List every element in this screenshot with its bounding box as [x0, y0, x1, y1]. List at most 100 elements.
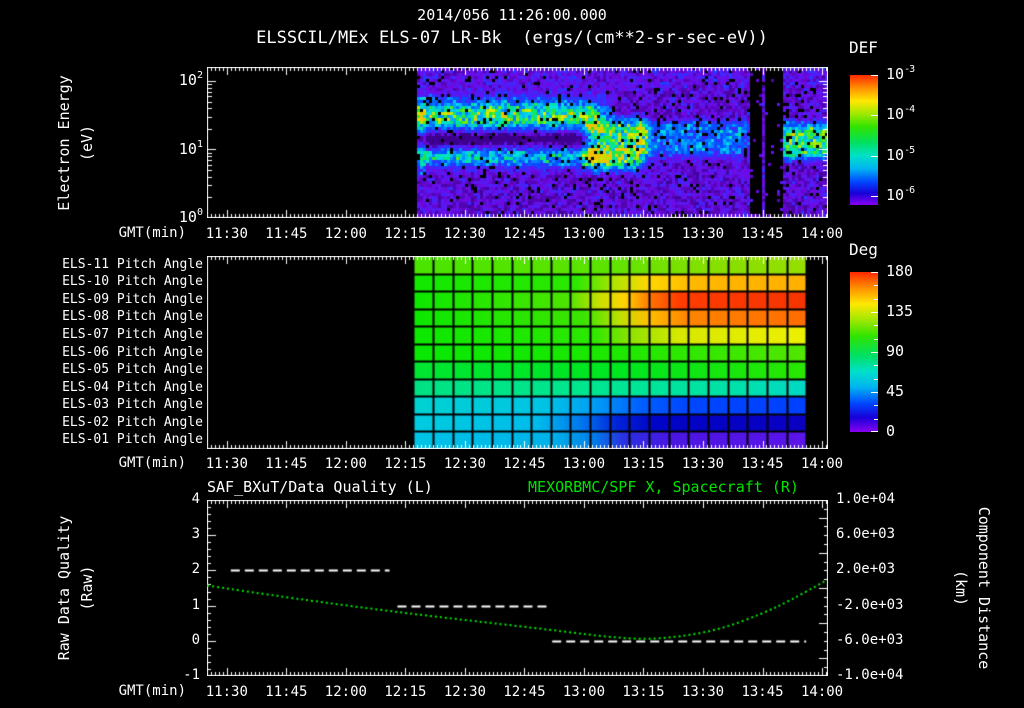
distance-tick-label: 1.0e+04: [836, 491, 896, 507]
def-colorbar-tick-mark: [871, 155, 878, 157]
x-axis-tick-label: 12:00: [324, 456, 367, 472]
x-axis-tick-label: 13:15: [622, 684, 665, 700]
deg-colorbar-minor-tick: [874, 378, 878, 380]
distance-tick-label: 2.0e+03: [836, 561, 896, 578]
def-colorbar-tick-mark: [871, 75, 878, 76]
quality-tick-label: 2: [191, 561, 200, 578]
x-axis-tick-label: 12:15: [384, 684, 427, 700]
deg-colorbar-tick-label: 45: [886, 382, 905, 400]
deg-colorbar-minor-tick: [874, 285, 878, 287]
def-colorbar-tick-label: 10-5: [886, 144, 915, 164]
distance-tick-label: -2.0e+03: [836, 596, 904, 613]
x-axis-tick-label: 13:00: [562, 226, 606, 242]
pitch-angle-row-label: ELS-03 Pitch Angle: [62, 397, 203, 413]
def-colorbar-tick-label: 10-3: [886, 64, 915, 83]
deg-colorbar-tick-label: 135: [886, 302, 914, 320]
x-axis-tick-label: 12:45: [503, 456, 546, 472]
pitch-angle-heatmap-canvas: [207, 256, 828, 449]
x-axis-tick-label: 13:45: [741, 456, 784, 472]
x-axis-tick-label: 13:00: [562, 456, 606, 472]
x-axis-tick-label: 13:00: [562, 684, 606, 700]
quality-tick-label: 4: [191, 491, 200, 507]
pitch-angle-row-label: ELS-06 Pitch Angle: [62, 344, 203, 360]
pitch-angle-row-label: ELS-08 Pitch Angle: [62, 309, 203, 325]
def-colorbar: [850, 75, 878, 205]
pitch-angle-row-label: ELS-02 Pitch Angle: [62, 414, 203, 430]
x-axis-tick-label: 13:45: [741, 226, 784, 242]
pitch-angle-row-label: ELS-05 Pitch Angle: [62, 362, 203, 378]
x-axis-tick-label: 12:15: [384, 456, 427, 472]
quality-axis-label: Raw Data Quality (Raw): [55, 515, 96, 661]
x-axis-tick-label: 13:30: [681, 456, 725, 472]
deg-colorbar-tick-mark: [871, 312, 878, 313]
x-axis-tick-label: 11:30: [205, 456, 248, 472]
distance-tick-label: -6.0e+03: [836, 631, 904, 648]
deg-colorbar-tick-mark: [871, 392, 878, 393]
deg-colorbar-title: Deg: [849, 240, 878, 259]
quality-distance-plot-canvas: [207, 500, 828, 676]
pitch-angle-row-label: ELS-09 Pitch Angle: [62, 291, 203, 307]
gmt-axis-caption: GMT(min): [118, 225, 186, 241]
x-axis-tick-label: 13:15: [622, 456, 665, 472]
pitch-angle-row-label: ELS-07 Pitch Angle: [62, 326, 203, 342]
x-axis-tick-label: 12:00: [324, 226, 367, 242]
deg-colorbar-tick-label: 90: [886, 342, 905, 360]
x-axis-tick-label: 11:30: [205, 684, 248, 700]
x-axis-tick-label: 13:45: [741, 684, 784, 700]
x-axis-tick-label: 13:30: [681, 684, 725, 700]
gmt-axis-caption: GMT(min): [118, 683, 186, 699]
x-axis-tick-label: 14:00: [800, 684, 844, 700]
distance-series-title: MEXORBMC/SPF X, Spacecraft (R): [528, 478, 799, 496]
quality-tick-label: 3: [191, 526, 200, 543]
pitch-angle-row-label: ELS-10 Pitch Angle: [62, 274, 203, 290]
def-colorbar-tick-label: 10-6: [886, 184, 915, 204]
distance-axis-label: Component Distance (km): [952, 506, 993, 670]
def-colorbar-tick-label: 10-4: [886, 104, 915, 124]
deg-colorbar-minor-tick: [874, 298, 878, 300]
x-axis-tick-label: 12:45: [503, 684, 546, 700]
deg-colorbar-tick-label: 0: [886, 422, 896, 440]
quality-tick-label: 0: [191, 631, 200, 648]
science-plot-page: 2014/056 11:26:00.000 ELSSCIL/MEx ELS-07…: [0, 0, 1024, 708]
energy-axis-label: Electron Energy (eV): [55, 75, 96, 211]
x-axis-tick-label: 12:30: [443, 226, 486, 242]
def-colorbar-tick-mark: [871, 115, 878, 117]
x-axis-tick-label: 11:45: [265, 456, 308, 472]
x-axis-tick-label: 12:00: [324, 684, 367, 700]
x-axis-tick-label: 12:45: [503, 226, 546, 242]
deg-colorbar-minor-tick: [874, 338, 878, 340]
deg-colorbar-tick-mark: [871, 431, 878, 432]
page-title: 2014/056 11:26:00.000: [417, 6, 607, 24]
def-colorbar-title: DEF: [849, 38, 878, 57]
quality-tick-label: -1: [183, 667, 200, 683]
x-axis-tick-label: 13:15: [622, 226, 665, 242]
energy-tick-label: 102: [178, 69, 203, 89]
gmt-axis-caption: GMT(min): [118, 455, 186, 471]
distance-tick-label: 6.0e+03: [836, 526, 896, 543]
electron-energy-spectrogram-canvas: [207, 67, 828, 218]
deg-colorbar-tick-label: 180: [886, 262, 914, 280]
def-colorbar-tick-mark: [871, 195, 878, 197]
quality-series-title: SAF_BXuT/Data Quality (L): [207, 478, 433, 496]
x-axis-tick-label: 12:15: [384, 226, 427, 242]
x-axis-tick-label: 11:45: [265, 684, 308, 700]
deg-colorbar-minor-tick: [874, 418, 878, 420]
deg-colorbar-tick-mark: [871, 352, 878, 353]
x-axis-tick-label: 11:45: [265, 226, 308, 242]
deg-colorbar-minor-tick: [874, 365, 878, 367]
energy-tick-label: 101: [178, 139, 203, 159]
pitch-angle-row-label: ELS-01 Pitch Angle: [62, 432, 203, 448]
x-axis-tick-label: 12:30: [443, 456, 486, 472]
quality-tick-label: 1: [191, 596, 200, 613]
deg-colorbar-minor-tick: [874, 405, 878, 407]
distance-tick-label: -1.0e+04: [836, 667, 904, 683]
energy-tick-label: 100: [178, 207, 203, 226]
x-axis-tick-label: 14:00: [800, 456, 844, 472]
deg-colorbar-tick-mark: [871, 272, 878, 273]
x-axis-tick-label: 14:00: [800, 226, 844, 242]
pitch-angle-row-label: ELS-04 Pitch Angle: [62, 379, 203, 395]
pitch-angle-row-label: ELS-11 Pitch Angle: [62, 256, 203, 272]
deg-colorbar-minor-tick: [874, 325, 878, 327]
x-axis-tick-label: 13:30: [681, 226, 725, 242]
x-axis-tick-label: 11:30: [205, 226, 248, 242]
